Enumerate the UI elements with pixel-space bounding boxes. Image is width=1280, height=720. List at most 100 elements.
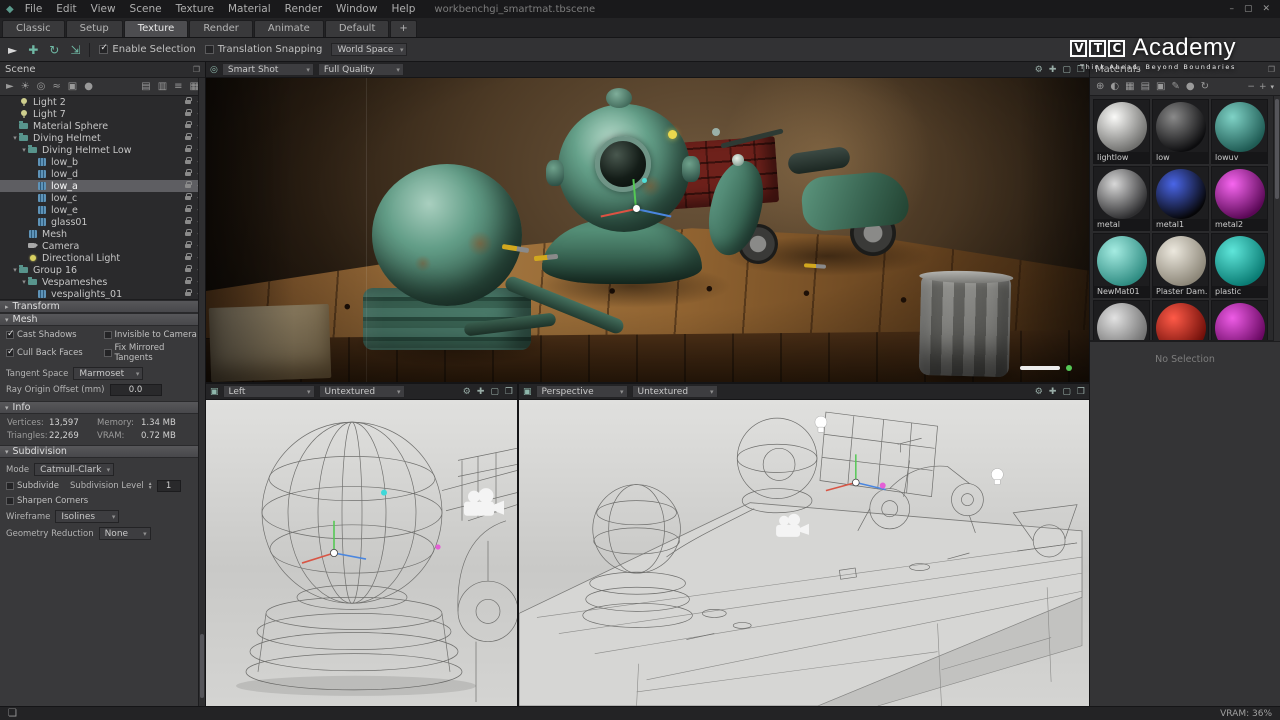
- subdivision-level-input[interactable]: 1: [156, 480, 181, 492]
- select-object-icon[interactable]: ►: [6, 81, 14, 92]
- enable-selection-checkbox[interactable]: Enable Selection: [99, 43, 196, 55]
- tab-default[interactable]: Default: [324, 20, 390, 37]
- lock-icon[interactable]: [185, 289, 192, 296]
- menu-view[interactable]: View: [84, 0, 123, 18]
- lock-icon[interactable]: [185, 157, 192, 164]
- menu-window[interactable]: Window: [329, 0, 384, 18]
- scene-scrollbar[interactable]: [198, 78, 205, 706]
- menu-help[interactable]: Help: [384, 0, 422, 18]
- save-material-icon[interactable]: ▣: [1156, 81, 1165, 92]
- tab-render[interactable]: Render: [189, 20, 253, 37]
- transform-section-header[interactable]: ▸ Transform: [0, 300, 205, 313]
- material-tile[interactable]: [1093, 300, 1150, 340]
- tree-item-vespalights-01[interactable]: vespalights_01–: [0, 288, 205, 299]
- popout-viewport-icon[interactable]: ❐: [1077, 387, 1085, 397]
- subdivide-checkbox[interactable]: Subdivide: [6, 481, 59, 491]
- translation-snapping-checkbox[interactable]: Translation Snapping: [204, 44, 322, 55]
- tree-item-low-b[interactable]: low_b–: [0, 156, 205, 168]
- tree-item-low-a[interactable]: low_a–: [0, 180, 205, 192]
- tab-texture[interactable]: Texture: [123, 20, 189, 37]
- subdivision-section-header[interactable]: ▾ Subdivision: [0, 445, 205, 458]
- add-camera-icon[interactable]: ◎: [37, 81, 46, 92]
- material-tile-metal2[interactable]: metal2: [1211, 166, 1268, 231]
- render-settings-icon[interactable]: ⚙: [1035, 387, 1043, 397]
- quality-select-dropdown[interactable]: Full Quality: [317, 63, 404, 76]
- chevron-down-icon[interactable]: ▾: [1270, 83, 1274, 91]
- zoom-out-button[interactable]: −: [1247, 82, 1255, 92]
- subdivision-mode-dropdown[interactable]: Catmull-Clark: [34, 463, 115, 476]
- sharpen-corners-checkbox[interactable]: Sharpen Corners: [6, 496, 88, 506]
- geometry-reduction-dropdown[interactable]: None: [98, 527, 151, 540]
- checkbox-cull-back-faces[interactable]: Cull Back Faces: [6, 343, 102, 363]
- material-tile-metal[interactable]: metal: [1093, 166, 1150, 231]
- light-handle[interactable]: [668, 130, 677, 139]
- expand-panel-icon[interactable]: ❐: [193, 65, 200, 74]
- lock-icon[interactable]: [185, 97, 192, 104]
- vertex-handle[interactable]: [642, 178, 647, 183]
- gizmo-toggle-icon[interactable]: ✚: [477, 387, 485, 397]
- checkbox-cast-shadows[interactable]: Cast Shadows: [6, 329, 102, 340]
- tree-item-diving-helmet[interactable]: ▾Diving Helmet–: [0, 132, 205, 144]
- tree-item-camera[interactable]: Camera–: [0, 240, 205, 252]
- expander-icon[interactable]: ▾: [20, 144, 28, 156]
- lock-icon[interactable]: [185, 133, 192, 140]
- lock-icon[interactable]: [185, 217, 192, 224]
- add-sphere-icon[interactable]: ●: [84, 81, 93, 92]
- tree-item-diving-helmet-low[interactable]: ▾Diving Helmet Low–: [0, 144, 205, 156]
- rotate-tool-icon[interactable]: ↻: [49, 43, 59, 57]
- subdivision-level-stepper[interactable]: [149, 482, 152, 491]
- lock-icon[interactable]: [185, 277, 192, 284]
- lock-icon[interactable]: [185, 253, 192, 260]
- view-select-dropdown[interactable]: Left: [222, 385, 315, 398]
- maximize-viewport-icon[interactable]: ▢: [1062, 65, 1071, 75]
- expander-icon[interactable]: ▾: [11, 132, 19, 144]
- lock-icon[interactable]: [185, 205, 192, 212]
- minimize-button[interactable]: –: [1229, 4, 1234, 14]
- render-settings-icon[interactable]: ⚙: [1035, 65, 1043, 75]
- view-select-dropdown[interactable]: Perspective: [535, 385, 628, 398]
- shading-select-dropdown[interactable]: Untextured: [631, 385, 718, 398]
- list-view-icon[interactable]: ≡: [174, 81, 182, 92]
- tab-setup[interactable]: Setup: [65, 20, 123, 37]
- gizmo-toggle-icon[interactable]: ✚: [1049, 387, 1057, 397]
- material-folder-icon[interactable]: ▤: [1141, 81, 1150, 92]
- tab-classic[interactable]: Classic: [2, 20, 65, 37]
- checker-preview-icon[interactable]: ▦: [1125, 81, 1134, 92]
- refresh-materials-icon[interactable]: ↻: [1201, 81, 1209, 92]
- shading-select-dropdown[interactable]: Untextured: [318, 385, 405, 398]
- menu-edit[interactable]: Edit: [49, 0, 83, 18]
- tree-item-mesh[interactable]: Mesh–: [0, 228, 205, 240]
- tree-item-low-e[interactable]: low_e–: [0, 204, 205, 216]
- menu-texture[interactable]: Texture: [169, 0, 221, 18]
- lock-icon[interactable]: [185, 169, 192, 176]
- material-tile[interactable]: [1211, 300, 1268, 340]
- wireframe-dropdown[interactable]: Isolines: [55, 510, 120, 523]
- add-fog-icon[interactable]: ≈: [52, 81, 60, 92]
- material-tile-metal1[interactable]: metal1: [1152, 166, 1209, 231]
- library-icon[interactable]: ●: [1186, 81, 1195, 92]
- expander-icon[interactable]: ▾: [11, 264, 19, 276]
- expander-icon[interactable]: ▾: [20, 276, 28, 288]
- lock-icon[interactable]: [185, 193, 192, 200]
- tree-item-group-16[interactable]: ▾Group 16–: [0, 264, 205, 276]
- lock-icon[interactable]: [185, 109, 192, 116]
- material-tile[interactable]: [1152, 300, 1209, 340]
- material-tile-lightlow[interactable]: lightlow: [1093, 99, 1150, 164]
- tree-item-low-c[interactable]: low_c–: [0, 192, 205, 204]
- render-view[interactable]: [206, 78, 1089, 382]
- tree-item-light-7[interactable]: Light 7–: [0, 108, 205, 120]
- material-tile-newmat01[interactable]: NewMat01: [1093, 233, 1150, 298]
- scrollbar-thumb[interactable]: [1275, 99, 1279, 199]
- paint-material-icon[interactable]: ✎: [1171, 81, 1179, 92]
- render-settings-icon[interactable]: ⚙: [463, 387, 471, 397]
- zoom-in-button[interactable]: +: [1259, 82, 1267, 92]
- checkbox-invisible-to-camera[interactable]: Invisible to Camera: [103, 330, 200, 340]
- tangent-space-dropdown[interactable]: Marmoset: [73, 367, 144, 380]
- checkbox-fix-mirrored-tangents[interactable]: Fix Mirrored Tangents: [103, 343, 200, 363]
- sphere-preview-icon[interactable]: ◐: [1110, 81, 1119, 92]
- menu-material[interactable]: Material: [221, 0, 278, 18]
- close-button[interactable]: ✕: [1262, 4, 1270, 14]
- move-tool-icon[interactable]: ✚: [28, 43, 38, 57]
- material-tile-lowuv[interactable]: lowuv: [1211, 99, 1268, 164]
- lock-icon[interactable]: [185, 241, 192, 248]
